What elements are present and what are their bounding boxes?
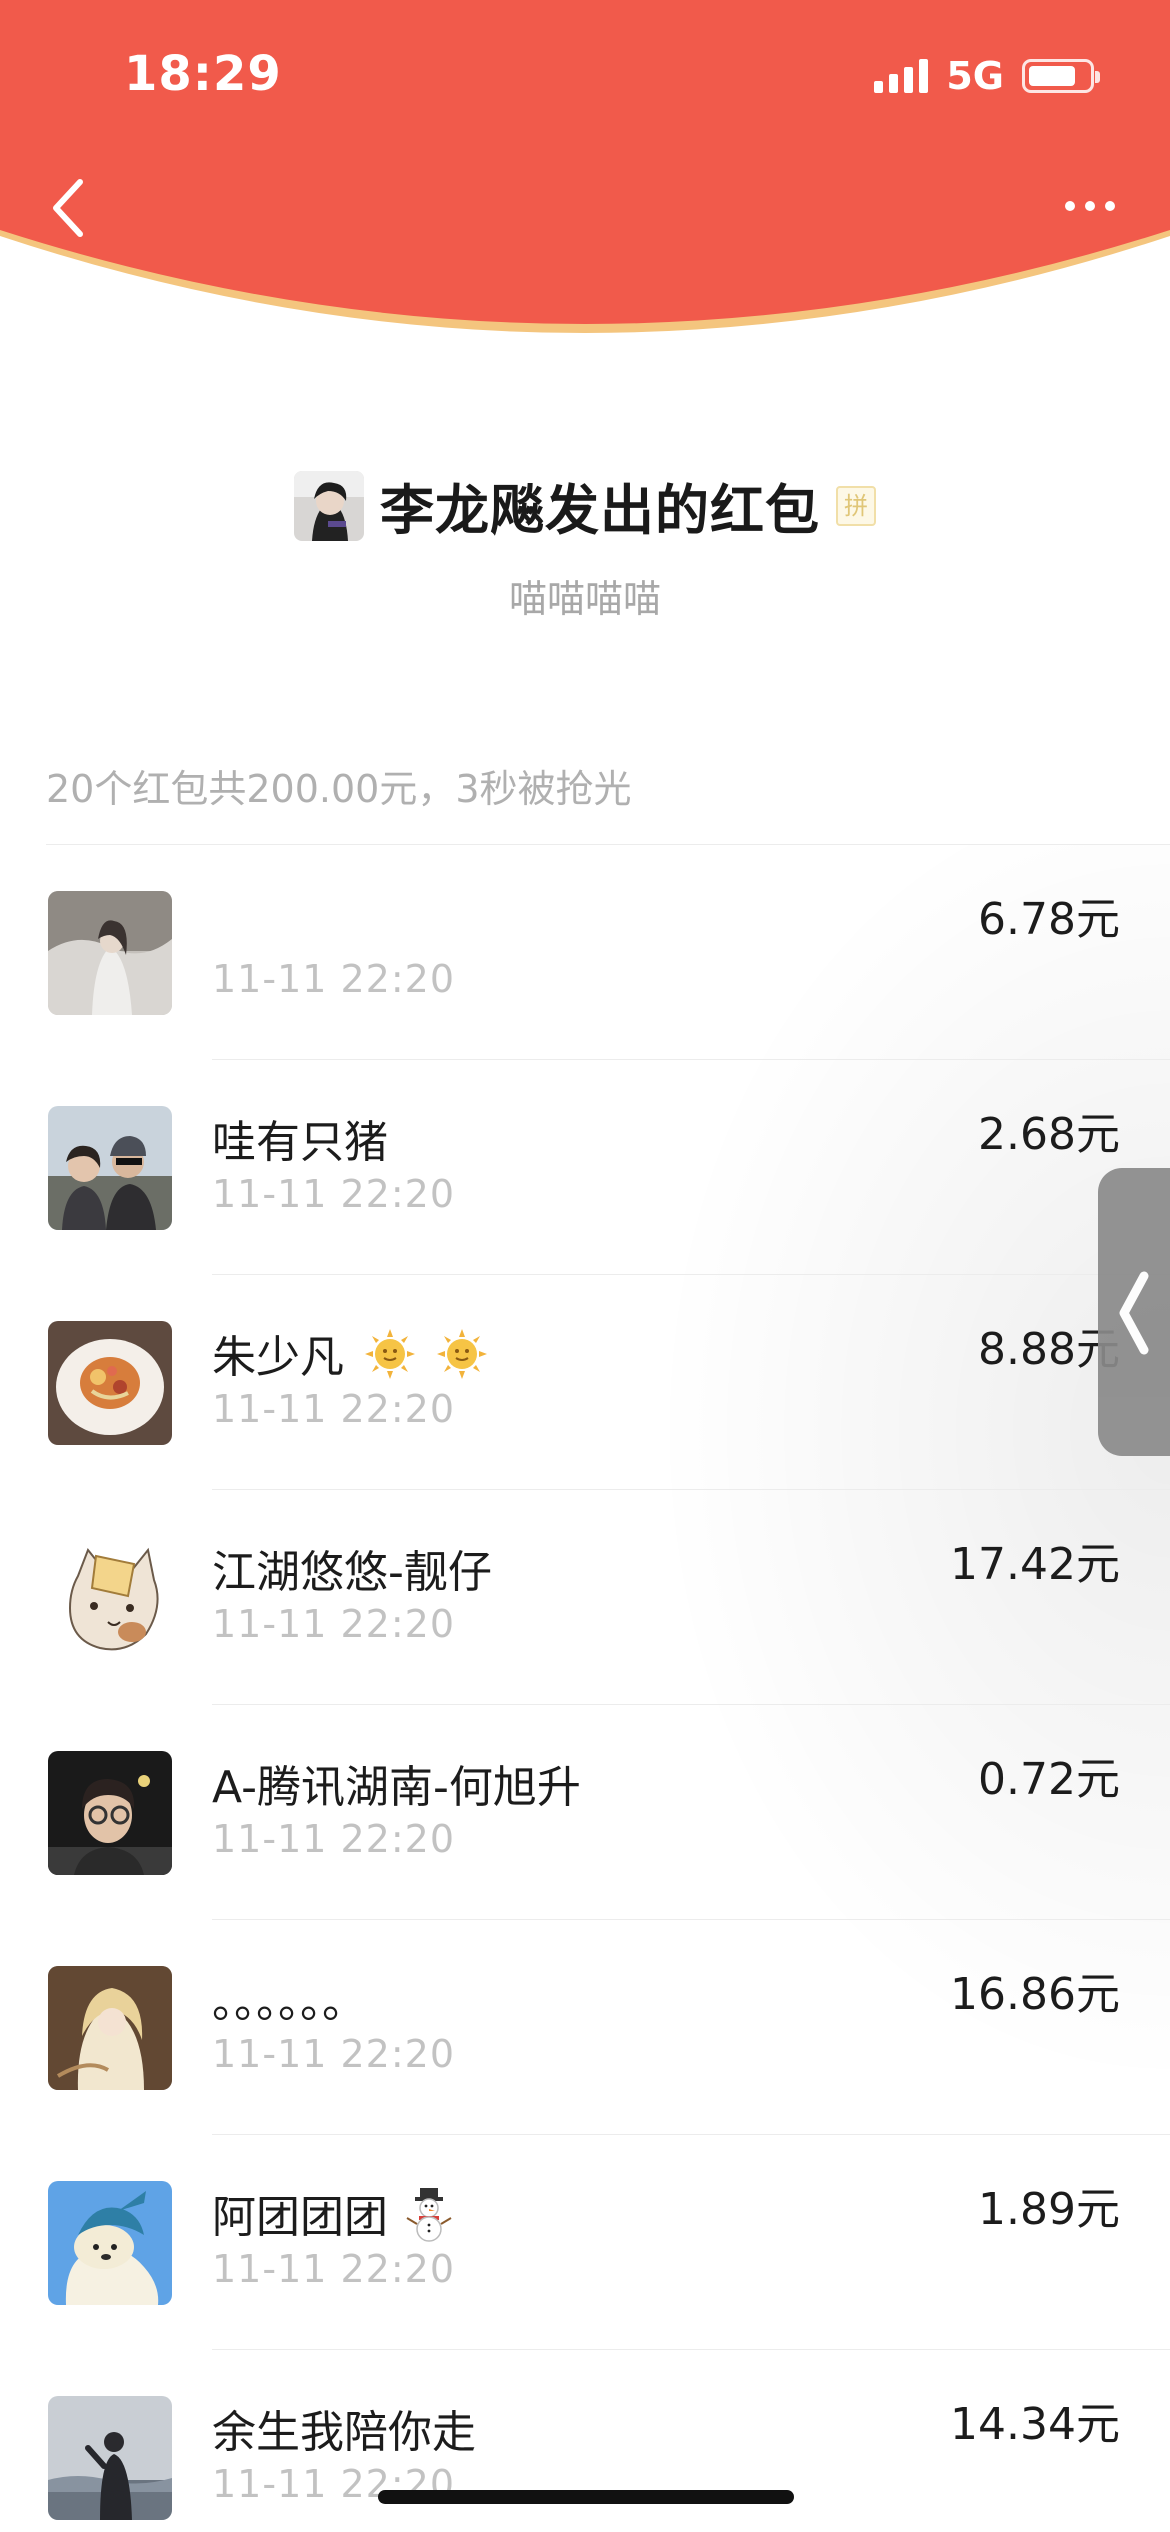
claimer-avatar[interactable] (48, 891, 172, 1015)
claimer-avatar[interactable] (48, 1966, 172, 2090)
claim-amount: 6.78元 (978, 894, 1120, 945)
claimer-avatar[interactable] (48, 1751, 172, 1875)
blessing-message: 喵喵喵喵 (508, 577, 661, 621)
claim-time: 11-11 22:20 (212, 957, 456, 1001)
more-dots-icon (1065, 201, 1075, 211)
sender-header: 李龙飚发出的红包 拼 (0, 466, 1170, 545)
claimer-name: 哇有只猪 (212, 1117, 388, 1168)
claimer-avatar[interactable] (48, 1321, 172, 1445)
network-type: 5G (946, 54, 1004, 98)
sender-title: 李龙飚发出的红包 (380, 479, 820, 542)
floating-window-handle[interactable] (1098, 1168, 1170, 1456)
claim-record[interactable]: 朱少凡 11-11 22:20 8.88元 (0, 1275, 1170, 1490)
claimer-avatar[interactable] (48, 1536, 172, 1660)
claimer-name: 阿团团团 (212, 2181, 454, 2245)
claim-record[interactable]: 余生我陪你走 11-11 22:20 14.34元 (0, 2350, 1170, 2532)
chevron-left-icon (1119, 1271, 1149, 1355)
claim-record[interactable]: 。。。。。。 11-11 22:20 16.86元 (0, 1920, 1170, 2135)
chevron-left-icon (53, 179, 83, 237)
claimer-name: 江湖悠悠-靓仔 (212, 1547, 492, 1598)
more-options-button[interactable] (1050, 186, 1130, 226)
battery-icon (1022, 59, 1100, 93)
claim-time: 11-11 22:20 (212, 1172, 456, 1216)
claimer-name: 朱少凡 (212, 1321, 488, 1385)
claimer-name: 余生我陪你走 (212, 2407, 476, 2458)
claim-amount: 0.72元 (978, 1754, 1120, 1805)
claim-amount: 17.42元 (950, 1539, 1120, 1590)
home-indicator[interactable] (378, 2490, 794, 2504)
battery-level (1029, 66, 1075, 86)
claimer-name-text: 朱少凡 (212, 1332, 344, 1383)
claim-amount: 14.34元 (950, 2399, 1120, 2450)
claimer-avatar[interactable] (48, 2181, 172, 2305)
sun-face-icon (437, 1329, 487, 1379)
claim-time: 11-11 22:20 (212, 1602, 456, 1646)
claimer-name: A-腾讯湖南-何旭升 (212, 1762, 581, 1813)
claim-time: 11-11 22:20 (212, 1817, 456, 1861)
pin-badge: 拼 (836, 485, 876, 526)
claim-amount: 1.89元 (978, 2184, 1120, 2235)
sun-face-icon (365, 1329, 415, 1379)
signal-strength-icon (874, 59, 929, 93)
claim-record[interactable]: 阿团团团 11-11 22:20 1.89元 (0, 2135, 1170, 2350)
claim-records-list: 11-11 22:20 6.78元 哇有只猪 11-11 22:20 2.68元… (0, 845, 1170, 2532)
sender-avatar[interactable] (294, 470, 364, 541)
claim-amount: 2.68元 (978, 1109, 1120, 1160)
claim-time: 11-11 22:20 (212, 2247, 456, 2291)
status-time: 18:29 (124, 46, 282, 102)
claim-record[interactable]: 江湖悠悠-靓仔 11-11 22:20 17.42元 (0, 1490, 1170, 1705)
claim-amount: 16.86元 (950, 1969, 1120, 2020)
claimer-name-text: 阿团团团 (212, 2192, 388, 2243)
claimer-name: 。。。。。。 (212, 1977, 366, 2028)
snowman-icon (406, 2188, 452, 2242)
red-packet-detail-page: 18:29 5G 李龙飚发出的红包 拼 喵喵喵喵 20个红包共200.00元，3… (0, 0, 1170, 2532)
claim-time: 11-11 22:20 (212, 1387, 456, 1431)
claim-record[interactable]: A-腾讯湖南-何旭升 11-11 22:20 0.72元 (0, 1705, 1170, 1920)
back-button[interactable] (40, 168, 100, 248)
claim-time: 11-11 22:20 (212, 2032, 456, 2076)
status-indicators: 5G (874, 54, 1100, 98)
claim-record[interactable]: 哇有只猪 11-11 22:20 2.68元 (0, 1060, 1170, 1275)
claimer-avatar[interactable] (48, 2396, 172, 2520)
claimer-avatar[interactable] (48, 1106, 172, 1230)
claim-record[interactable]: 11-11 22:20 6.78元 (0, 845, 1170, 1060)
packet-summary: 20个红包共200.00元，3秒被抢光 (46, 767, 632, 811)
